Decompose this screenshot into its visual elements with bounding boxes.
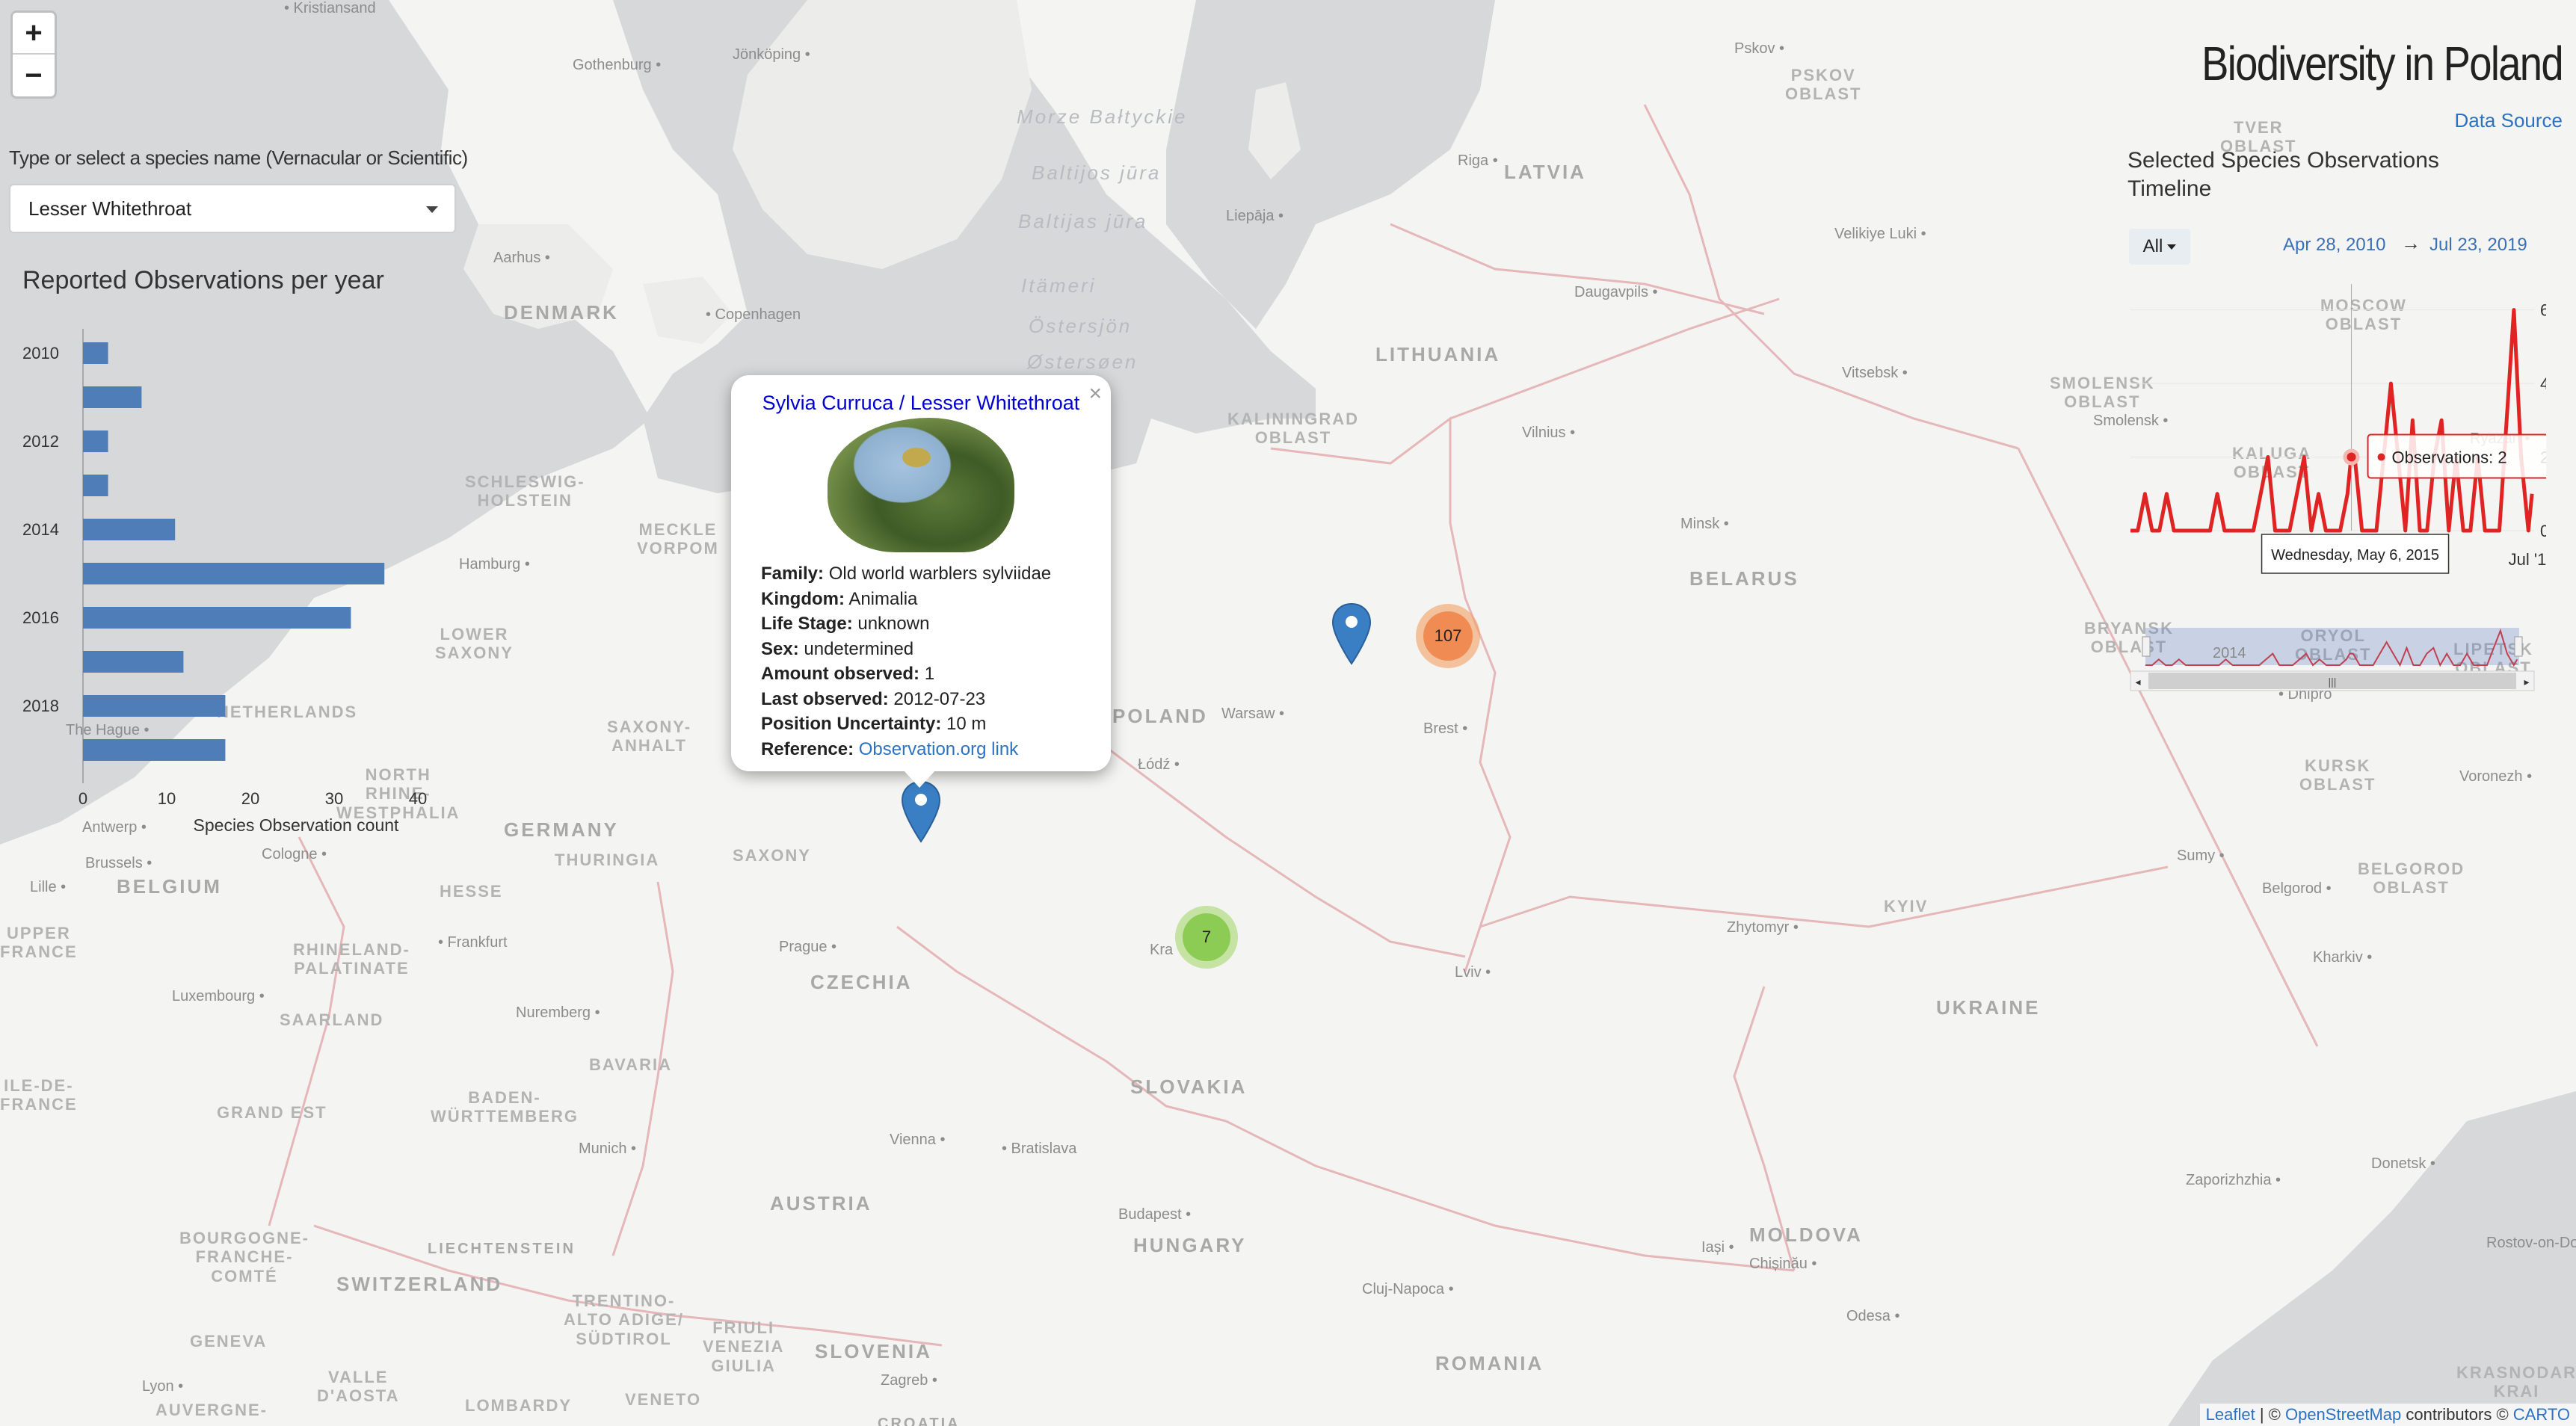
species-photo (828, 418, 1014, 552)
timeline-chart[interactable]: 0246Jul '16Jul '19Observations: 2Wednesd… (2127, 277, 2546, 717)
bar (83, 519, 176, 540)
zoom-in-button[interactable]: + (13, 13, 55, 55)
observations-chart-title: Reported Observations per year (22, 266, 384, 294)
date-label-text: Wednesday, May 6, 2015 (2271, 547, 2439, 564)
zoom-out-button[interactable]: − (13, 55, 55, 96)
popup-field: Life Stage: unknown (761, 614, 930, 634)
popup-field: Kingdom: Animalia (761, 588, 918, 609)
species-selector-label: Type or select a species name (Vernacula… (9, 146, 468, 169)
hover-point (2347, 452, 2356, 462)
leaflet-link[interactable]: Leaflet (2206, 1405, 2255, 1424)
marker-cluster[interactable]: 107 (1416, 604, 1480, 668)
navigator-label: 2014 (2213, 645, 2246, 661)
x-tick-label: 30 (325, 789, 343, 808)
carto-link[interactable]: CARTO (2513, 1405, 2570, 1424)
scroll-left-icon: ◂ (2135, 676, 2140, 688)
popup-field: Last observed: 2012-07-23 (761, 688, 986, 709)
reference-link[interactable]: Observation.org link (859, 739, 1018, 759)
location-marker-icon[interactable] (900, 780, 942, 843)
observation-popup: × Sylvia Curruca / Lesser Whitethroat Fa… (731, 375, 1111, 771)
range-from-date[interactable]: Apr 28, 2010 (2283, 235, 2385, 256)
x-tick-label: Jul '19 (2509, 550, 2546, 569)
chevron-down-icon (426, 206, 438, 213)
range-to-date[interactable]: Jul 23, 2019 (2429, 235, 2527, 256)
y-tick-label: 6 (2540, 301, 2546, 320)
arrow-right-icon: → (2401, 232, 2421, 254)
y-tick-label: 2010 (22, 344, 59, 362)
chevron-down-icon (2167, 244, 2177, 250)
zoom-control: + − (10, 10, 57, 99)
x-axis-label: Species Observation count (194, 815, 399, 835)
popup-field: Reference: Observation.org link (761, 738, 1019, 759)
bar (83, 563, 385, 584)
observations-bar-chart: 2010 2012 2014 2016 2018 0 10 20 30 40 Species Obs… (22, 329, 427, 835)
popup-tip (903, 770, 936, 788)
bar (83, 475, 108, 496)
tooltip-text: Observations: 2 (2392, 448, 2507, 467)
bar (83, 695, 226, 717)
y-tick-label: 0 (2540, 522, 2546, 540)
x-tick-label: 40 (409, 789, 427, 808)
popup-field: Family: Old world warblers sylviidae (761, 564, 1052, 584)
x-tick-label: 0 (78, 789, 87, 808)
y-tick-label: 2014 (22, 520, 59, 539)
bar (83, 607, 351, 629)
navigator-handle-right (2514, 636, 2523, 657)
osm-link[interactable]: OpenStreetMap (2285, 1405, 2401, 1424)
tooltip-bullet-icon (2377, 453, 2385, 461)
cluster-count: 107 (1423, 611, 1473, 661)
scroll-right-icon: ▸ (2524, 676, 2529, 688)
popup-field: Sex: undetermined (761, 638, 914, 659)
range-selector-label: All (2142, 236, 2163, 256)
y-tick-label: 4 (2540, 374, 2546, 393)
cluster-count: 7 (1183, 913, 1230, 961)
marker-cluster[interactable]: 7 (1175, 906, 1238, 969)
tooltip: Observations: 2 (2367, 433, 2546, 479)
bar (83, 651, 184, 673)
popup-field: Position Uncertainty: 10 m (761, 714, 987, 734)
species-select[interactable]: Lesser Whitethroat (9, 184, 456, 233)
page-title: Biodiversity in Poland (2201, 37, 2563, 90)
popup-title[interactable]: Sylvia Curruca / Lesser Whitethroat (761, 392, 1081, 415)
bar (83, 342, 108, 364)
range-selector-button[interactable]: All (2129, 229, 2190, 265)
species-select-value: Lesser Whitethroat (28, 197, 192, 220)
y-tick-label: 2016 (22, 608, 59, 627)
x-tick-label: 20 (241, 789, 259, 808)
timeline-title: Selected Species Observations Timeline (2127, 148, 2439, 201)
location-marker-icon[interactable] (1331, 602, 1372, 665)
x-tick-label: 10 (158, 789, 176, 808)
scroll-grip-icon: ||| (2329, 676, 2337, 688)
map-attribution: Leaflet | © OpenStreetMap contributors ©… (2199, 1404, 2576, 1426)
bar (83, 430, 108, 452)
navigator-handle-left (2142, 636, 2151, 657)
bar (83, 386, 142, 408)
y-tick-label: 2018 (22, 697, 59, 715)
bar (83, 739, 226, 761)
popup-field: Amount observed: 1 (761, 664, 935, 684)
close-icon[interactable]: × (1088, 381, 1102, 407)
series-line (2130, 308, 2534, 533)
data-source-link[interactable]: Data Source (2454, 109, 2563, 132)
y-tick-label: 2012 (22, 432, 59, 451)
